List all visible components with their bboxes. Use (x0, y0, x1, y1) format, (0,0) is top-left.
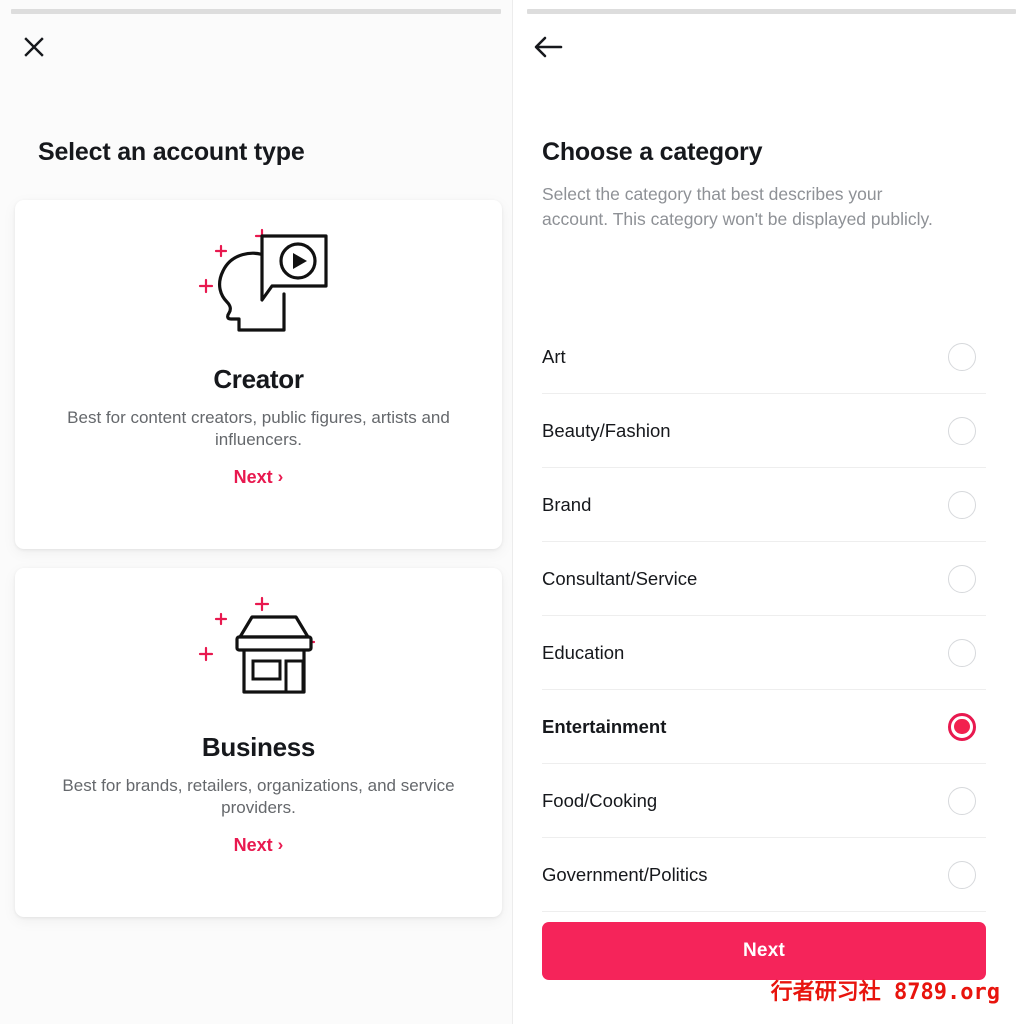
page-title-left: Select an account type (38, 138, 305, 166)
radio-unselected-icon[interactable] (948, 564, 976, 593)
category-row[interactable]: Art (542, 320, 986, 394)
business-next-button[interactable]: Next › (15, 835, 502, 856)
progress-bar-left (11, 9, 501, 14)
radio-unselected-icon[interactable] (948, 490, 976, 519)
card-title-business: Business (201, 732, 316, 762)
dual-panel-screen: Select an account type Creator Best for … (0, 0, 1024, 1024)
category-label: Brand (542, 493, 592, 515)
category-row[interactable]: Government/Politics (542, 838, 986, 912)
page-subtitle-right: Select the category that best describes … (542, 184, 933, 229)
category-label: Beauty/Fashion (542, 419, 671, 441)
radio-selected-icon[interactable] (948, 712, 976, 741)
category-list: Art Beauty/Fashion Brand Consultant/Service… (542, 320, 986, 912)
chevron-right-icon: › (277, 467, 284, 486)
category-row[interactable]: Education (542, 616, 986, 690)
business-illustration (15, 586, 502, 726)
chevron-right-icon: › (277, 835, 284, 854)
category-label: Consultant/Service (542, 567, 698, 589)
arrow-left-icon (533, 35, 563, 64)
category-label: Entertainment (542, 715, 667, 737)
card-description-creator: Best for content creators, public figure… (67, 408, 450, 449)
creator-next-label: Next (233, 467, 273, 487)
category-row[interactable]: Food/Cooking (542, 764, 986, 838)
radio-unselected-icon[interactable] (948, 416, 976, 445)
creator-next-button[interactable]: Next › (15, 467, 502, 488)
category-row[interactable]: Consultant/Service (542, 542, 986, 616)
creator-illustration (15, 218, 502, 358)
radio-unselected-icon[interactable] (948, 860, 976, 889)
radio-unselected-icon[interactable] (948, 342, 976, 371)
radio-unselected-icon[interactable] (948, 638, 976, 667)
category-label: Government/Politics (542, 863, 708, 885)
close-button[interactable] (13, 28, 55, 70)
account-type-panel: Select an account type Creator Best for … (0, 0, 512, 1024)
page-title-right: Choose a category (542, 138, 763, 166)
category-row[interactable]: Beauty/Fashion (542, 394, 986, 468)
category-label: Art (542, 345, 566, 367)
account-card-creator[interactable]: Creator Best for content creators, publi… (15, 200, 502, 549)
card-description-business: Best for brands, retailers, organization… (62, 776, 455, 817)
category-label: Education (542, 641, 625, 663)
account-card-business[interactable]: Business Best for brands, retailers, org… (15, 568, 502, 917)
card-title-creator: Creator (213, 364, 304, 394)
category-label: Food/Cooking (542, 789, 658, 811)
next-button[interactable]: Next (542, 922, 986, 980)
radio-unselected-icon[interactable] (948, 786, 976, 815)
category-row[interactable]: Brand (542, 468, 986, 542)
back-button[interactable] (527, 28, 569, 70)
close-x-icon (22, 35, 46, 64)
category-row[interactable]: Entertainment (542, 690, 986, 764)
business-next-label: Next (233, 835, 273, 855)
progress-bar-right (527, 9, 1016, 14)
